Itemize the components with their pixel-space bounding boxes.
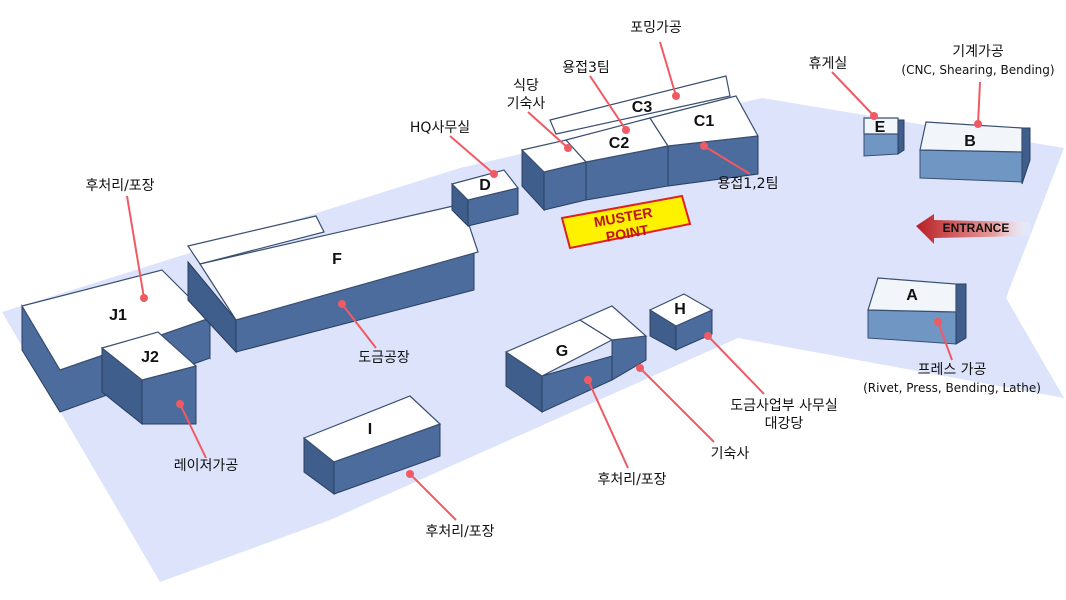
entrance-label: ENTRANCE — [943, 221, 1010, 235]
label-lounge: 휴게실 — [809, 56, 848, 72]
site-map: J1 J2 F D C3 C2 C1 MUSTER POINT E B ENTR… — [0, 0, 1066, 600]
label-post-packaging-left: 후처리/포장 — [85, 178, 154, 194]
label-welding12: 용접1,2팀 — [718, 176, 779, 192]
label-machining: 기계가공 — [952, 44, 1004, 60]
label-press-2: (Rivet, Press, Bending, Lathe) — [863, 381, 1041, 395]
label-laser: 레이저가공 — [174, 458, 239, 474]
block-label-b: B — [964, 133, 976, 150]
label-machining-sub: (CNC, Shearing, Bending) — [901, 63, 1054, 77]
building-e[interactable]: E — [863, 117, 905, 157]
label-plating-office-2: 대강당 — [765, 416, 804, 432]
building-b[interactable]: B — [919, 121, 1031, 185]
block-label-g: G — [556, 343, 568, 360]
label-post-packaging-bottom: 후처리/포장 — [425, 524, 494, 540]
block-label-c3: C3 — [632, 99, 653, 116]
block-label-f: F — [332, 251, 342, 268]
label-dorm: 기숙사 — [711, 446, 750, 462]
block-label-a: A — [906, 287, 918, 304]
label-plating-plant: 도금공장 — [358, 350, 410, 366]
label-press-1: 프레스 가공 — [918, 362, 987, 378]
label-cafeteria-2: 기숙사 — [507, 96, 546, 112]
label-welding3: 용접3팀 — [562, 60, 610, 76]
block-label-i: I — [368, 421, 372, 438]
label-hq-office: HQ사무실 — [410, 120, 470, 136]
label-post-packaging-g: 후처리/포장 — [597, 472, 666, 488]
block-label-d: D — [479, 177, 491, 194]
block-label-c1: C1 — [694, 113, 715, 130]
block-label-c2: C2 — [609, 135, 630, 152]
block-label-j2: J2 — [141, 349, 159, 366]
building-a[interactable]: A — [867, 277, 967, 345]
label-plating-office-1: 도금사업부 사무실 — [730, 398, 838, 414]
site-map-canvas: J1 J2 F D C3 C2 C1 MUSTER POINT E B ENTR… — [2, 20, 1064, 582]
block-label-e: E — [875, 119, 886, 136]
label-cafeteria-1: 식당 — [513, 78, 539, 94]
block-label-h: H — [674, 301, 686, 318]
label-forming: 포밍가공 — [630, 20, 682, 36]
block-label-j1: J1 — [109, 307, 127, 324]
